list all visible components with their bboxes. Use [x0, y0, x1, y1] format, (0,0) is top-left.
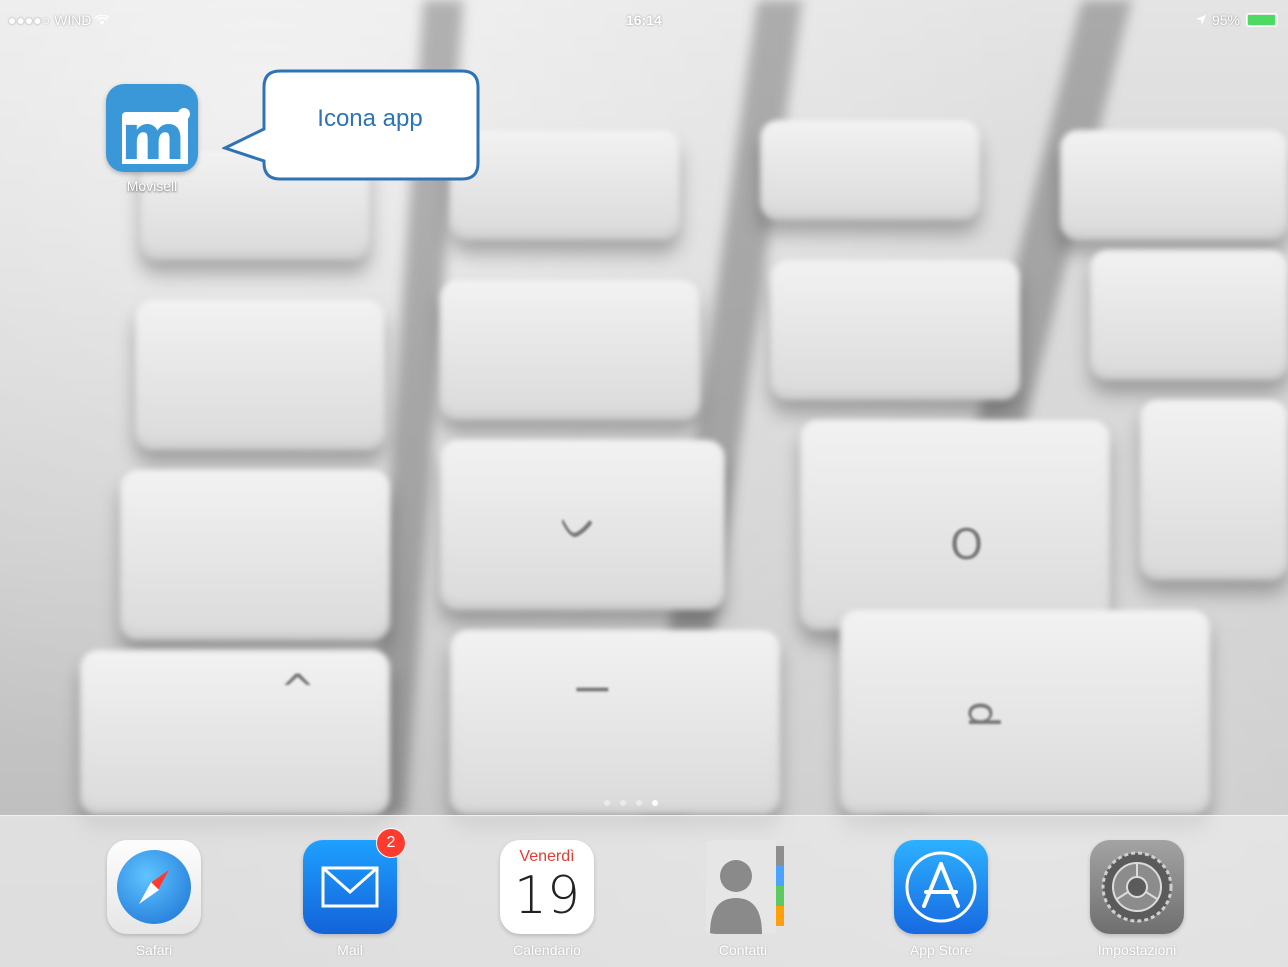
carrier-label: ●●●●○ WIND [8, 12, 92, 28]
dock-label: Calendario [513, 942, 581, 958]
callout: Icona app [222, 69, 480, 181]
page-indicator[interactable] [604, 800, 658, 806]
gear-icon [1090, 840, 1184, 934]
app-label: Movisell [126, 178, 178, 194]
icon-dot [178, 108, 190, 120]
icon-m-letter: m [120, 101, 186, 174]
dock-label: Safari [135, 942, 173, 958]
page-dot[interactable] [620, 800, 626, 806]
calendar-day-number: 19 [513, 866, 581, 926]
location-icon [1195, 12, 1206, 28]
mail-badge: 2 [376, 828, 406, 858]
calendar-day-name: Venerdì [519, 848, 575, 865]
dock-item-app-store[interactable]: App Store [881, 840, 1001, 958]
dock-item-calendar[interactable]: Venerdì 19 Calendario [487, 840, 607, 958]
app-store-icon [894, 840, 988, 934]
battery-percent: 95% [1211, 12, 1240, 28]
calendar-icon: Venerdì 19 [500, 840, 594, 934]
dock-label: Mail [337, 942, 363, 958]
callout-text: Icona app [317, 105, 423, 132]
page-dot-active[interactable] [652, 800, 658, 806]
clock: 16:14 [626, 12, 662, 28]
status-bar: ●●●●○ WIND 16:14 95% [0, 0, 1288, 40]
dock-item-mail[interactable]: 2 Mail [290, 828, 410, 958]
dock-item-safari[interactable]: Safari [94, 840, 214, 958]
dock: Safari 2 Mail Venerdì 19 Calendario Cont… [0, 815, 1288, 967]
page-dot[interactable] [604, 800, 610, 806]
battery-icon [1246, 13, 1278, 27]
compass-icon [107, 840, 201, 934]
contacts-icon [696, 840, 790, 934]
wifi-icon [95, 12, 110, 28]
status-right: 95% [1195, 12, 1278, 28]
dock-item-contacts[interactable]: Contatti [683, 840, 803, 958]
movisell-m-icon: m [106, 84, 198, 172]
dock-item-settings[interactable]: Impostazioni [1077, 840, 1197, 958]
app-movisell[interactable]: m Movisell [104, 84, 200, 194]
dock-label: Impostazioni [1097, 942, 1177, 958]
dock-label: App Store [909, 942, 973, 958]
battery-level [1248, 15, 1275, 25]
carrier-signal: ●●●●○ WIND [8, 12, 110, 28]
dock-label: Contatti [718, 942, 768, 958]
page-dot[interactable] [636, 800, 642, 806]
